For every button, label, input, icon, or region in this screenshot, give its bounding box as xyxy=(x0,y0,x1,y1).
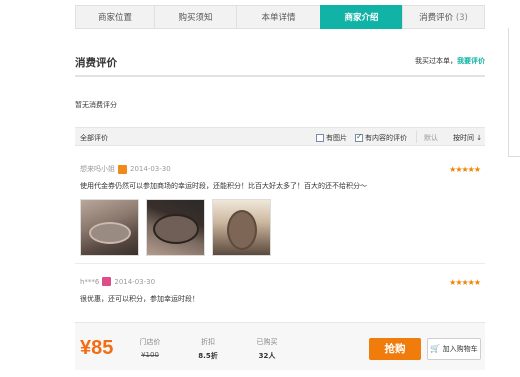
buy-now-button[interactable]: 抢购 xyxy=(369,338,421,360)
add-to-cart-label: 加入购物车 xyxy=(442,345,478,353)
add-to-cart-button[interactable]: 🛒 加入购物车 xyxy=(427,338,481,360)
sort-by-time-label: 按时间 xyxy=(453,134,474,142)
no-rating-text: 暂无消费评分 xyxy=(75,101,117,109)
tab-label: 本单详情 xyxy=(261,13,296,23)
review-date: 2014-03-30 xyxy=(130,165,171,173)
discount-label: 折扣 xyxy=(201,338,215,346)
purchase-bar: ¥85 门店价 ¥100 折扣 8.5折 已购买 32人 抢购 🛒 加入购物车 xyxy=(75,322,485,370)
has-image-label: 有图片 xyxy=(326,134,347,142)
tab-merchant-intro[interactable]: 商家介绍 xyxy=(320,5,402,29)
tab-label: 商家位置 xyxy=(97,13,132,23)
discount-value: 8.5折 xyxy=(198,352,218,360)
sort-by-time[interactable]: 按时间 ↓ xyxy=(453,133,482,143)
review-username[interactable]: h***6 xyxy=(80,278,99,286)
rating-stars: ★★★★★ xyxy=(449,165,481,174)
has-image-filter[interactable]: 有图片 xyxy=(316,133,347,143)
review-user-line: h***6 2014-03-30 xyxy=(80,277,155,286)
discount-stat: 折扣 8.5折 xyxy=(193,337,223,361)
review-username[interactable]: 想来吗小姐 xyxy=(80,164,115,174)
sort-default[interactable]: 默认 xyxy=(424,133,438,143)
review-photo[interactable] xyxy=(212,199,271,256)
store-price-value: ¥100 xyxy=(141,351,159,359)
tab-label: 购买须知 xyxy=(178,13,213,23)
review-item: h***6 2014-03-30 ★★★★★ 很优惠，还可以积分，参加幸运时段！ xyxy=(75,277,485,317)
right-border-line xyxy=(508,28,509,156)
section-divider xyxy=(75,75,485,77)
review-divider xyxy=(75,263,485,264)
sold-value: 32人 xyxy=(258,352,276,360)
all-reviews-label[interactable]: 全部评价 xyxy=(80,133,108,143)
tab-count: (3) xyxy=(455,13,468,23)
store-price-label: 门店价 xyxy=(139,338,161,346)
member-badge-icon xyxy=(118,164,127,174)
tab-reviews[interactable]: 消费评价 (3) xyxy=(402,5,485,29)
filter-separator xyxy=(416,131,417,143)
deal-price: ¥85 xyxy=(80,337,114,359)
tab-bar: 商家位置 购买须知 本单详情 商家介绍 消费评价 (3) xyxy=(75,5,485,29)
tab-merchant-location[interactable]: 商家位置 xyxy=(75,5,154,29)
bought-text: 我买过本单， xyxy=(415,57,457,65)
has-content-label: 有内容的评价 xyxy=(365,134,407,142)
member-badge-icon xyxy=(102,277,112,286)
tab-label: 商家介绍 xyxy=(344,13,379,23)
sold-label: 已购买 xyxy=(256,338,278,346)
tab-purchase-notes[interactable]: 购买须知 xyxy=(154,5,236,29)
review-photo[interactable] xyxy=(146,199,205,256)
store-price-stat: 门店价 ¥100 xyxy=(135,337,165,359)
write-review-link[interactable]: 我要评价 xyxy=(457,57,485,65)
review-user-line: 想来吗小姐 2014-03-30 xyxy=(80,164,171,174)
rating-stars: ★★★★★ xyxy=(449,278,481,287)
cart-icon: 🛒 xyxy=(430,344,441,353)
tab-label: 消费评价 xyxy=(419,13,454,23)
section-title: 消费评价 xyxy=(75,57,117,69)
section-links: 我买过本单，我要评价 xyxy=(415,56,485,66)
has-image-checkbox[interactable] xyxy=(316,134,324,142)
review-content: 很优惠，还可以积分，参加幸运时段！ xyxy=(80,295,199,303)
review-content: 使用代金券仍然可以参加商场的幸运时段，还能积分！比百大好太多了！百大的还不给积分… xyxy=(80,182,367,190)
sold-stat: 已购买 32人 xyxy=(252,337,282,361)
review-photo[interactable] xyxy=(80,199,139,256)
review-filter-bar: 全部评价 有图片 有内容的评价 默认 按时间 ↓ xyxy=(75,127,485,146)
sort-arrow-icon: ↓ xyxy=(476,134,483,142)
has-content-checkbox[interactable] xyxy=(355,132,363,142)
has-content-filter[interactable]: 有内容的评价 xyxy=(355,132,407,143)
tab-deal-details[interactable]: 本单详情 xyxy=(236,5,320,29)
review-item: 想来吗小姐 2014-03-30 ★★★★★ 使用代金券仍然可以参加商场的幸运时… xyxy=(75,164,485,264)
review-date: 2014-03-30 xyxy=(114,277,156,286)
right-border-tick xyxy=(508,156,520,157)
